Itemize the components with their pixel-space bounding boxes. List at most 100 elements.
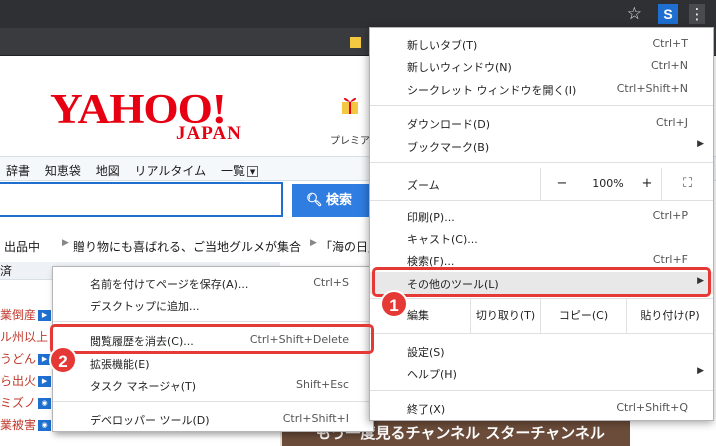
chevron-down-icon: ▼ (247, 166, 259, 177)
zoom-out-button[interactable]: − (540, 168, 583, 200)
submenu-arrow-icon: ▶ (697, 366, 704, 376)
menu-divider (370, 390, 713, 391)
menu-divider (370, 105, 713, 106)
menu-item-help[interactable]: ヘルプ(H) ▶ (370, 362, 713, 384)
browser-toolbar: ☆ S ⋮ (0, 0, 716, 28)
chrome-menu-button[interactable]: ⋮ (689, 4, 705, 24)
triangle-icon: ▶ (310, 238, 317, 248)
news-headline: 業倒産 (0, 308, 37, 322)
list-item[interactable]: うどん ▶ (0, 350, 52, 367)
search-input[interactable] (0, 182, 283, 217)
menu-item-shortcut: Ctrl+Shift+Q (616, 401, 688, 414)
highlight-clear-browsing-data (50, 324, 374, 354)
menu-item-shortcut: Ctrl+T (652, 37, 688, 50)
nav-dictionary[interactable]: 辞書 (6, 164, 30, 178)
menu-item-developer-tools[interactable]: デベロッパー ツール(D) Ctrl+Shift+I (53, 408, 373, 430)
ticker-item[interactable]: 贈り物にも喜ばれる、ご当地グルメが集合 (73, 238, 301, 255)
zoom-in-button[interactable]: + (633, 168, 661, 200)
camera-icon: ◉ (38, 420, 52, 431)
fullscreen-icon[interactable]: ⛶ (661, 168, 713, 200)
menu-item-settings[interactable]: 設定(S) (370, 340, 713, 362)
nav-list[interactable]: 一覧 ▼ (221, 164, 269, 178)
menu-divider (53, 321, 373, 322)
menu-item-label: 印刷(P)... (407, 211, 455, 224)
menu-item-label: ヘルプ(H) (407, 368, 457, 381)
list-item[interactable]: ら出火 ▶ (0, 372, 52, 389)
news-headline: うどん (0, 352, 37, 366)
menu-item-shortcut: Ctrl+N (650, 59, 688, 72)
menu-item-save-page[interactable]: 名前を付けてページを保存(A)... Ctrl+S (53, 272, 373, 294)
camera-icon: ◉ (38, 398, 52, 409)
menu-item-label: ダウンロード(D) (407, 118, 491, 131)
menu-item-label: シークレット ウィンドウを開く(I) (407, 84, 577, 97)
submenu-arrow-icon: ▶ (697, 139, 704, 149)
video-icon: ▶ (38, 376, 52, 387)
zoom-level: 100% (592, 177, 624, 190)
yahoo-logo-sub: JAPAN (176, 123, 242, 144)
news-headline: ミズノ (0, 396, 37, 410)
news-tab-economy[interactable]: 済 (0, 262, 12, 279)
menu-item-print[interactable]: 印刷(P)... Ctrl+P (370, 205, 713, 227)
menu-item-shortcut: Shift+Esc (296, 378, 349, 391)
edit-row: 編集 切り取り(T) コピー(C) 貼り付け(P) (370, 299, 713, 333)
list-item[interactable]: ミズノ ◉ (0, 394, 52, 411)
menu-item-shortcut: Ctrl+J (655, 116, 688, 129)
menu-item-shortcut: Ctrl+F (652, 253, 688, 266)
menu-item-incognito[interactable]: シークレット ウィンドウを開く(I) Ctrl+Shift+N (370, 78, 713, 100)
menu-item-task-manager[interactable]: タスク マネージャ(T) Shift+Esc (53, 374, 373, 396)
menu-item-label: 名前を付けてページを保存(A)... (90, 278, 249, 291)
menu-item-label: 新しいウィンドウ(N) (407, 61, 512, 74)
menu-item-label: 新しいタブ(T) (407, 39, 478, 52)
news-headline: ら出火 (0, 374, 37, 388)
menu-item-label: キャスト(C)... (407, 233, 478, 246)
menu-item-shortcut: Ctrl+P (652, 209, 688, 222)
menu-item-label: ブックマーク(B) (407, 141, 490, 154)
step-1-badge: 1 (380, 290, 408, 318)
search-icon: 🔍︎ (306, 193, 323, 208)
menu-item-label: デベロッパー ツール(D) (90, 414, 210, 427)
menu-item-extensions[interactable]: 拡張機能(E) (53, 352, 373, 374)
menu-item-shortcut: Ctrl+Shift+I (282, 412, 349, 425)
nav-list-label: 一覧 (221, 164, 246, 178)
bookmark-folder-icon[interactable] (350, 37, 361, 48)
menu-item-exit[interactable]: 終了(X) Ctrl+Shift+Q (370, 397, 713, 419)
menu-item-label: タスク マネージャ(T) (90, 380, 197, 393)
menu-divider (53, 401, 373, 402)
menu-item-new-tab[interactable]: 新しいタブ(T) Ctrl+T (370, 33, 713, 55)
menu-item-shortcut: Ctrl+S (313, 276, 349, 289)
list-item[interactable]: 業倒産 ▶ (0, 306, 52, 323)
menu-divider (370, 333, 713, 334)
zoom-row: ズーム − 100% + ⛶ (370, 168, 713, 200)
zoom-label: ズーム (407, 179, 440, 192)
news-headline: ル州以上 (0, 330, 49, 344)
menu-item-cast[interactable]: キャスト(C)... (370, 227, 713, 249)
video-icon: ▶ (38, 310, 52, 321)
menu-item-label: 拡張機能(E) (90, 358, 150, 371)
menu-item-shortcut: Ctrl+Shift+N (616, 82, 688, 95)
bookmark-star-icon[interactable]: ☆ (627, 4, 642, 24)
cut-button[interactable]: 切り取り(T) (470, 299, 540, 333)
triangle-icon: ▶ (62, 238, 69, 248)
menu-item-label: 終了(X) (407, 403, 446, 416)
menu-divider (370, 162, 713, 163)
nav-realtime[interactable]: リアルタイム (135, 164, 207, 178)
step-2-badge: 2 (49, 346, 77, 374)
news-headline: 業被害 (0, 418, 37, 432)
extension-s-icon[interactable]: S (658, 4, 678, 24)
menu-item-label: 設定(S) (407, 346, 445, 359)
nav-chiebukuro[interactable]: 知恵袋 (45, 164, 81, 178)
menu-divider (370, 200, 713, 201)
paste-button[interactable]: 貼り付け(P) (626, 299, 713, 333)
search-button-label: 検索 (326, 193, 353, 208)
menu-item-add-to-desktop[interactable]: デスクトップに追加... (53, 294, 373, 316)
copy-button[interactable]: コピー(C) (540, 299, 626, 333)
menu-item-bookmarks[interactable]: ブックマーク(B) ▶ (370, 135, 713, 157)
highlight-more-tools (372, 267, 711, 297)
menu-item-new-window[interactable]: 新しいウィンドウ(N) Ctrl+N (370, 55, 713, 77)
menu-item-downloads[interactable]: ダウンロード(D) Ctrl+J (370, 112, 713, 134)
ticker-item[interactable]: 出品中 (4, 238, 40, 255)
premium-gift-icon[interactable] (338, 92, 362, 116)
list-item[interactable]: 業被害 ◉ (0, 416, 52, 433)
menu-item-label: デスクトップに追加... (90, 300, 200, 313)
nav-map[interactable]: 地図 (96, 164, 120, 178)
